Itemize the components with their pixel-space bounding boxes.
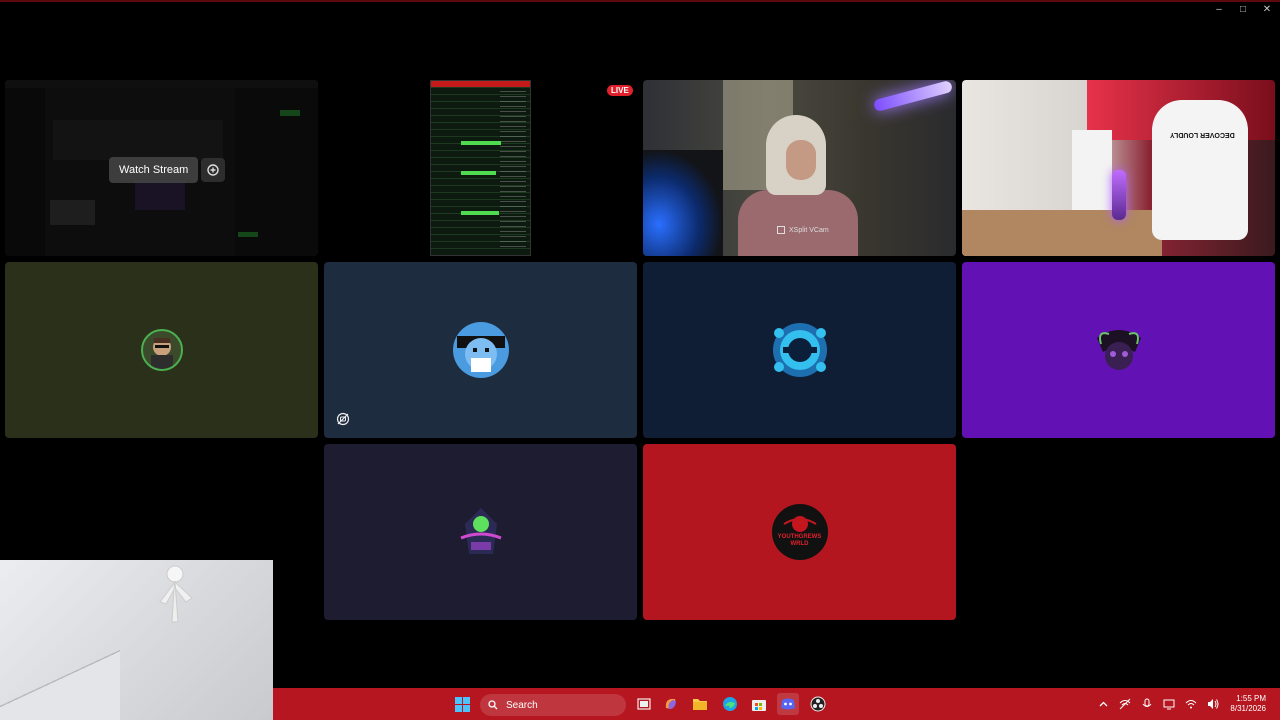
xsplit-icon bbox=[777, 226, 785, 234]
participant-tile-3[interactable] bbox=[643, 262, 956, 438]
participant-tile-4[interactable] bbox=[962, 262, 1275, 438]
search-placeholder: Search bbox=[506, 699, 538, 711]
webcam-person bbox=[738, 115, 858, 256]
watch-stream-button[interactable]: Watch Stream bbox=[109, 157, 199, 183]
avatar-text: YOUTHGREWS WRLD bbox=[777, 534, 822, 547]
volume-icon[interactable] bbox=[1207, 698, 1219, 710]
screen-share-preview bbox=[430, 80, 531, 256]
search-icon bbox=[488, 700, 498, 710]
close-button[interactable]: ✕ bbox=[1260, 4, 1274, 16]
camera-watermark-text: XSplit VCam bbox=[789, 226, 829, 234]
system-tray: 1:55 PM 8/31/2026 bbox=[1092, 688, 1280, 720]
obs-icon[interactable] bbox=[810, 696, 826, 712]
wifi-icon[interactable] bbox=[1185, 698, 1197, 710]
ceiling-fan bbox=[140, 560, 210, 630]
gaming-chair: DECOVER LOUDLY bbox=[1152, 100, 1248, 240]
participant-tile-6[interactable]: YOUTHGREWS WRLD bbox=[643, 444, 956, 620]
live-badge: LIVE bbox=[607, 85, 633, 96]
participant-tile-2[interactable] bbox=[324, 262, 637, 438]
chevron-up-icon[interactable] bbox=[1097, 698, 1109, 710]
task-view-icon[interactable] bbox=[636, 696, 652, 712]
avatar bbox=[769, 319, 831, 381]
webcam-tile-2[interactable]: DECOVER LOUDLY bbox=[962, 80, 1275, 256]
cast-icon[interactable] bbox=[1163, 698, 1175, 710]
avatar bbox=[453, 504, 509, 560]
clock-time: 1:55 PM bbox=[1236, 694, 1266, 703]
discord-icon[interactable] bbox=[777, 693, 799, 715]
camera-watermark: XSplit VCam bbox=[777, 226, 829, 234]
screen-share-tile[interactable]: LIVE bbox=[324, 80, 637, 256]
windows-start-button[interactable] bbox=[455, 697, 470, 717]
store-icon[interactable] bbox=[751, 696, 767, 712]
microphone-light bbox=[1112, 170, 1126, 220]
avatar bbox=[1091, 322, 1147, 378]
clock-date: 8/31/2026 bbox=[1230, 704, 1266, 713]
copilot-icon[interactable] bbox=[663, 696, 679, 712]
video-off-icon bbox=[336, 412, 350, 426]
maximize-button[interactable]: □ bbox=[1236, 4, 1250, 16]
chair-text: DECOVER LOUDLY bbox=[1170, 131, 1235, 138]
participant-tile-1[interactable] bbox=[5, 262, 318, 438]
file-explorer-icon[interactable] bbox=[692, 696, 708, 712]
taskbar: Search 1:55 PM 8/31/2026 bbox=[273, 688, 1280, 720]
self-camera-preview[interactable] bbox=[0, 560, 273, 720]
stream-tile[interactable]: Watch Stream bbox=[5, 80, 318, 256]
network-off-icon[interactable] bbox=[1119, 698, 1131, 710]
avatar: YOUTHGREWS WRLD bbox=[771, 504, 828, 560]
minimize-button[interactable]: – bbox=[1212, 4, 1226, 16]
avatar bbox=[452, 322, 509, 378]
window-controls: – □ ✕ bbox=[1212, 4, 1274, 16]
taskbar-clock[interactable]: 1:55 PM 8/31/2026 bbox=[1230, 694, 1266, 714]
avatar bbox=[140, 329, 183, 371]
participant-tile-5[interactable] bbox=[324, 444, 637, 620]
edge-browser-icon[interactable] bbox=[722, 696, 738, 712]
microphone-icon[interactable] bbox=[1141, 698, 1153, 710]
window-titlebar: – □ ✕ bbox=[0, 0, 1280, 16]
popout-icon[interactable] bbox=[201, 158, 225, 182]
taskbar-search[interactable]: Search bbox=[480, 694, 626, 716]
webcam-tile-1[interactable]: XSplit VCam bbox=[643, 80, 956, 256]
